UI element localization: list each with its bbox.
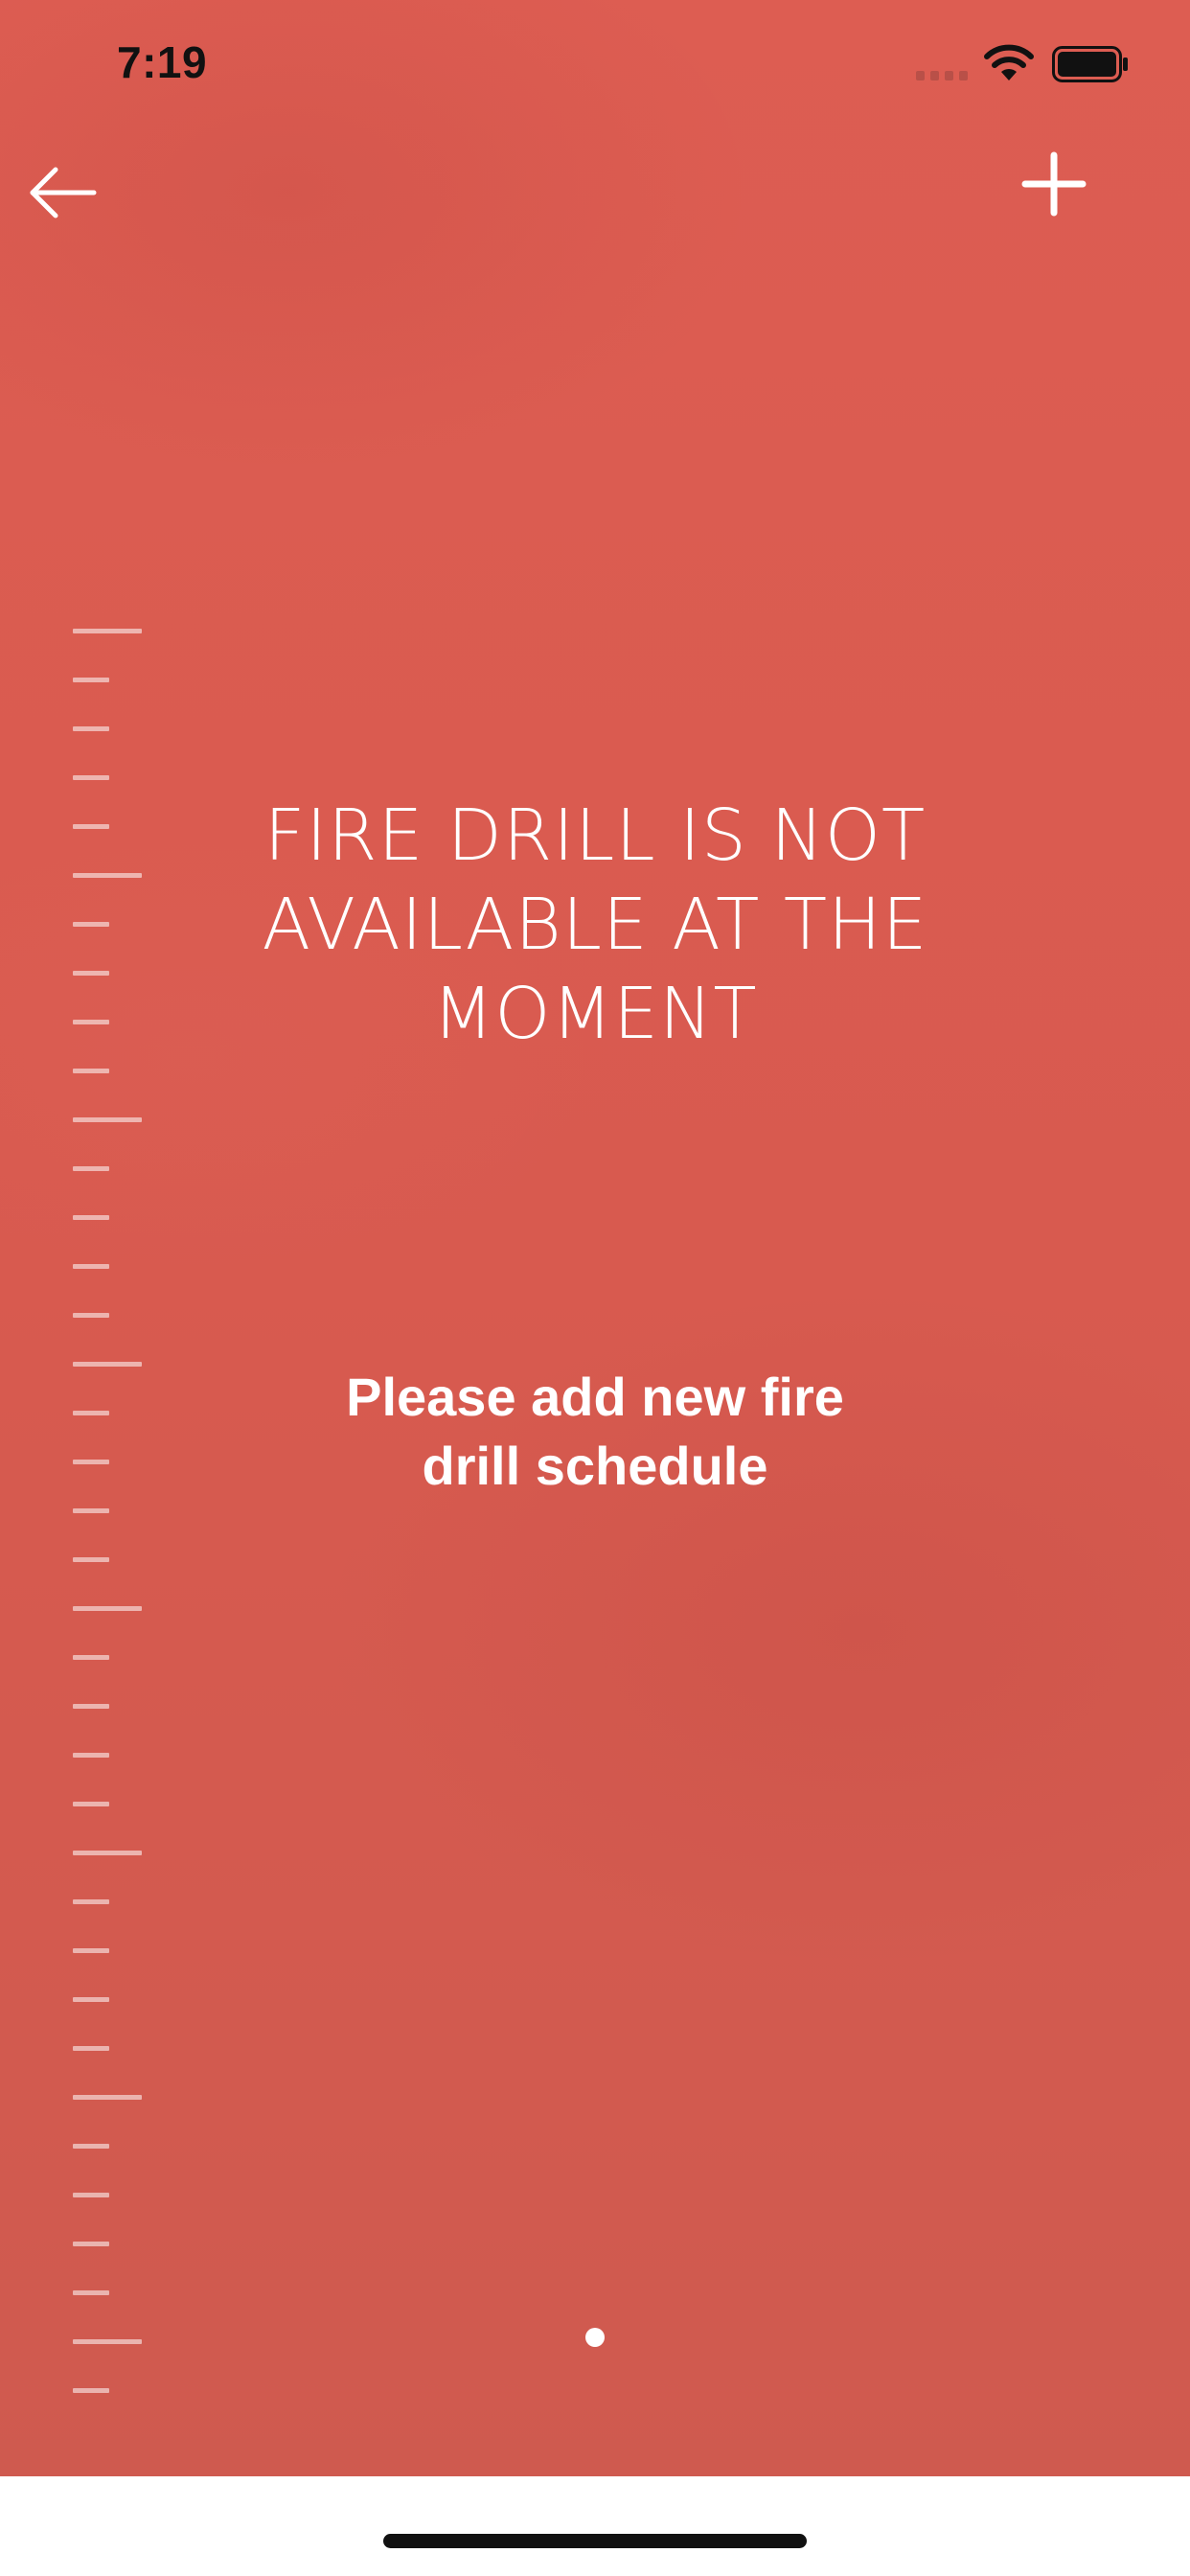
ruler-tick [73,1264,109,1269]
ruler-tick [73,1362,142,1367]
ruler-tick [73,2144,109,2149]
ruler-tick [73,1851,142,1855]
ruler-tick [73,1117,142,1122]
ruler-tick [73,2290,109,2295]
ruler-tick [73,1899,109,1904]
ruler-tick [73,2046,109,2051]
ruler-tick [73,1508,109,1513]
add-button[interactable] [1016,146,1092,222]
ruler-tick [73,1704,109,1709]
ruler-tick [73,775,109,780]
status-bar: 7:19 [0,0,1190,126]
ruler-tick [73,1166,109,1171]
ruler-tick [73,678,109,682]
ruler-tick [73,1411,109,1415]
ruler-tick [73,824,109,829]
ruler-tick [73,1557,109,1562]
ruler-tick [73,1606,142,1611]
ruler-tick [73,726,109,731]
signal-icon [916,71,968,80]
home-indicator[interactable] [383,2534,807,2548]
ruler-tick [73,922,109,927]
ruler-tick [73,2095,142,2100]
status-time: 7:19 [117,37,208,87]
plus-icon [1021,151,1087,217]
ruler-tick [73,1948,109,1953]
ruler-tick [73,873,142,878]
ruler-tick [73,2339,142,2344]
ruler-tick [73,1069,109,1073]
back-button[interactable] [27,159,103,226]
ruler-tick [73,1215,109,1220]
arrow-left-icon [30,167,97,218]
page-indicator-dot[interactable] [585,2328,605,2347]
ruler-tick [73,1655,109,1660]
ruler-scale [73,629,149,2393]
ruler-tick [73,1020,109,1024]
ruler-tick [73,1802,109,1806]
ruler-tick [73,629,142,633]
ruler-tick [73,1313,109,1318]
ruler-tick [73,2242,109,2246]
wifi-icon [984,44,1034,80]
empty-state-headline: FIRE DRILL IS NOT AVAILABLE AT THE MOMEN… [262,794,928,1055]
ruler-tick [73,1460,109,1464]
ruler-tick [73,2388,109,2393]
screen-background: 7:19 FIRE DRILL IS NOT AVAILABLE AT THE … [0,0,1190,2476]
ruler-tick [73,1997,109,2002]
ruler-tick [73,971,109,976]
ruler-tick [73,1753,109,1758]
ruler-tick [73,2193,109,2197]
battery-icon [1052,46,1128,82]
empty-state-message: Please add new fire drill schedule [346,1367,844,1496]
